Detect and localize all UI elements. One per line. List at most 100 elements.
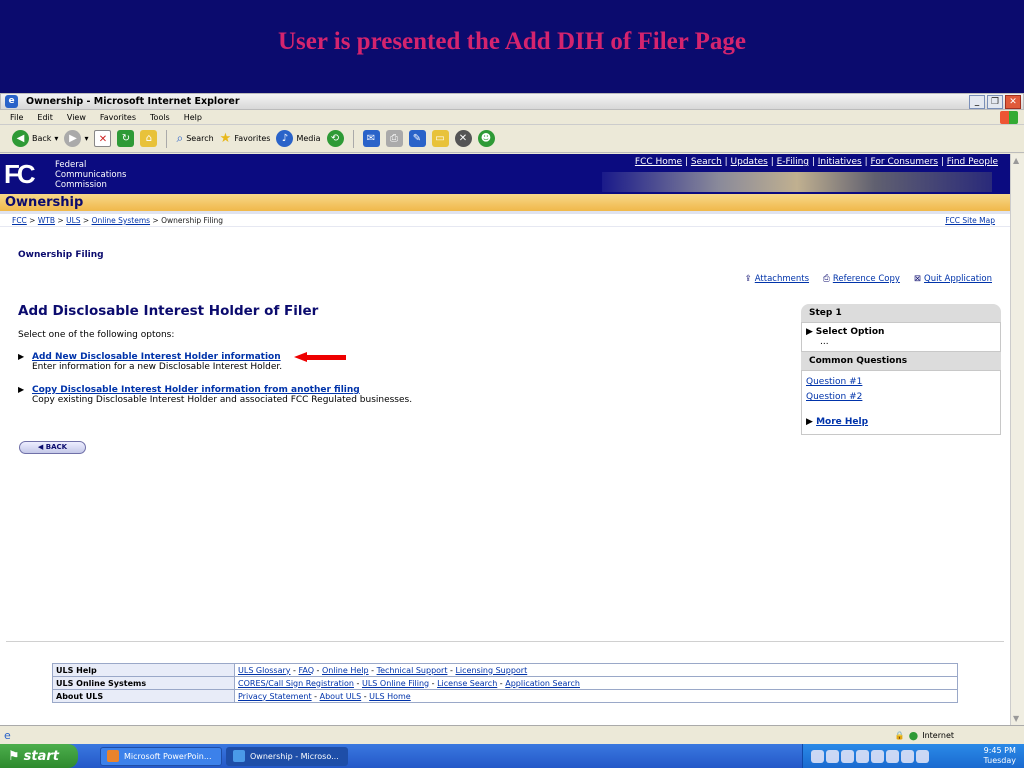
edit-icon[interactable]: ✎ xyxy=(408,130,426,147)
tray-icon[interactable] xyxy=(811,749,824,763)
menu-edit[interactable]: Edit xyxy=(37,113,53,122)
search-label: Search xyxy=(186,134,214,143)
attachments-link[interactable]: Attachments xyxy=(755,274,809,284)
toolbar-separator xyxy=(352,129,354,148)
step-title: Step 1 xyxy=(801,304,1001,322)
search-button[interactable]: ⌕ Search xyxy=(176,131,213,146)
tray-icon[interactable] xyxy=(841,749,854,763)
menu-tools[interactable]: Tools xyxy=(150,113,170,122)
footer-link[interactable]: Online Help xyxy=(322,666,369,675)
breadcrumb-uls[interactable]: ULS xyxy=(66,216,80,225)
clock-day: Tuesday xyxy=(983,756,1016,765)
back-nav-label: Back xyxy=(32,134,52,143)
fcc-header: FC Federal Communications Commission FCC… xyxy=(0,154,1010,194)
menu-help[interactable]: Help xyxy=(184,113,202,122)
windows-flag-icon: ⚑ xyxy=(8,748,20,764)
questions-box: Question #1 Question #2 ▶ More Help xyxy=(801,370,1001,435)
question-2-link[interactable]: Question #2 xyxy=(806,390,996,405)
footer-link[interactable]: FAQ xyxy=(299,666,315,675)
tray-icon[interactable] xyxy=(886,749,899,763)
home-icon[interactable]: ⌂ xyxy=(140,130,158,147)
footer-link[interactable]: CORES/Call Sign Registration xyxy=(238,679,354,688)
restore-button[interactable]: ❐ xyxy=(987,94,1003,109)
footer-row-links: ULS Glossary - FAQ - Online Help - Techn… xyxy=(234,663,958,677)
footer-link[interactable]: Technical Support xyxy=(377,666,448,675)
ie-icon: e xyxy=(5,95,18,108)
footer-link[interactable]: License Search xyxy=(437,679,497,688)
footer-link[interactable]: Privacy Statement xyxy=(238,692,312,701)
forward-nav-button[interactable]: ▶ ▾ xyxy=(64,130,88,147)
mail-icon[interactable]: ✉ xyxy=(362,130,380,147)
reference-copy-link[interactable]: Reference Copy xyxy=(833,274,900,284)
clock[interactable]: 9:45 PM Tuesday xyxy=(983,746,1016,766)
step-box: ▶ Select Option ... xyxy=(801,322,1001,352)
tray-icon[interactable] xyxy=(826,749,839,763)
zone-label: Internet xyxy=(922,731,954,740)
toolbar: ◀ Back ▾ ▶ ▾ ✕ ↻ ⌂ ⌕ Search ★ Favorites ♪ Me… xyxy=(0,125,1024,153)
lock-icon: 🔒 xyxy=(894,731,905,740)
tray-icon[interactable] xyxy=(871,749,884,763)
history-icon[interactable]: ⟲ xyxy=(326,130,344,147)
printer-icon: ⎙ xyxy=(823,274,830,284)
footer-link[interactable]: Application Search xyxy=(505,679,580,688)
tray-icon[interactable] xyxy=(901,749,914,763)
vertical-scrollbar[interactable] xyxy=(1010,154,1024,725)
forward-arrow-icon: ▶ xyxy=(64,130,82,147)
link-updates[interactable]: Updates xyxy=(731,157,768,167)
stop-icon[interactable]: ✕ xyxy=(94,130,112,147)
more-help-link[interactable]: More Help xyxy=(816,417,868,427)
fcc-logo[interactable]: FC xyxy=(4,159,36,190)
menu-file[interactable]: File xyxy=(10,113,23,122)
link-initiatives[interactable]: Initiatives xyxy=(818,157,862,167)
breadcrumb-wtb[interactable]: WTB xyxy=(38,216,55,225)
back-button[interactable]: ◀ BACK xyxy=(19,441,86,454)
messenger-close-icon[interactable]: ✕ xyxy=(454,130,472,147)
link-e-filing[interactable]: E-Filing xyxy=(777,157,809,167)
question-1-link[interactable]: Question #1 xyxy=(806,375,996,390)
minimize-button[interactable]: _ xyxy=(969,94,985,109)
messenger-icon[interactable]: ☻ xyxy=(477,130,495,147)
start-button[interactable]: ⚑ start xyxy=(0,744,78,768)
menu-view[interactable]: View xyxy=(67,113,86,122)
step-more: ... xyxy=(820,337,829,347)
link-search[interactable]: Search xyxy=(691,157,722,167)
footer-link[interactable]: ULS Glossary xyxy=(238,666,291,675)
favorites-button[interactable]: ★ Favorites xyxy=(220,131,271,146)
back-nav-button[interactable]: ◀ Back ▾ xyxy=(12,130,58,147)
footer-link[interactable]: ULS Home xyxy=(369,692,411,701)
taskbar-item-powerpoint[interactable]: Microsoft PowerPoin... xyxy=(100,746,222,766)
print-icon[interactable]: ⎙ xyxy=(385,130,403,147)
footer-links-table: ULS Help ULS Glossary - FAQ - Online Hel… xyxy=(52,663,958,703)
add-new-dih-link[interactable]: Add New Disclosable Interest Holder info… xyxy=(32,352,281,362)
powerpoint-icon xyxy=(107,750,119,762)
option-description: Enter information for a new Disclosable … xyxy=(32,362,283,372)
link-find-people[interactable]: Find People xyxy=(947,157,998,167)
footer-link[interactable]: About ULS xyxy=(320,692,362,701)
footer-link[interactable]: ULS Online Filing xyxy=(362,679,429,688)
questions-title: Common Questions xyxy=(801,352,1001,370)
quit-application-link[interactable]: Quit Application xyxy=(924,274,992,284)
option-add-new: ▶ Add New Disclosable Interest Holder in… xyxy=(18,352,282,372)
page-viewport: FC Federal Communications Commission FCC… xyxy=(0,154,1010,725)
tray-icon[interactable] xyxy=(856,749,869,763)
media-button[interactable]: ♪ Media xyxy=(276,130,321,147)
table-row: ULS Help ULS Glossary - FAQ - Online Hel… xyxy=(52,663,958,677)
folder-icon[interactable]: ▭ xyxy=(431,130,449,147)
page-status-icon: e xyxy=(4,728,11,742)
refresh-icon[interactable]: ↻ xyxy=(117,130,135,147)
taskbar-item-ie[interactable]: Ownership - Microso... xyxy=(226,746,348,766)
copy-dih-link[interactable]: Copy Disclosable Interest Holder informa… xyxy=(32,385,360,395)
close-button[interactable]: ✕ xyxy=(1005,94,1021,109)
tray-icon[interactable] xyxy=(916,749,929,763)
site-map-link[interactable]: FCC Site Map xyxy=(945,214,995,227)
menu-favorites[interactable]: Favorites xyxy=(100,113,136,122)
breadcrumb-online-systems[interactable]: Online Systems xyxy=(92,216,150,225)
window-title: Ownership - Microsoft Internet Explorer xyxy=(26,96,240,107)
link-for-consumers[interactable]: For Consumers xyxy=(871,157,939,167)
option-description: Copy existing Disclosable Interest Holde… xyxy=(32,395,413,405)
breadcrumb-fcc[interactable]: FCC xyxy=(12,216,27,225)
link-fcc-home[interactable]: FCC Home xyxy=(635,157,682,167)
footer-link[interactable]: Licensing Support xyxy=(455,666,527,675)
media-icon: ♪ xyxy=(276,130,294,147)
footer-row-label: ULS Help xyxy=(52,663,235,677)
